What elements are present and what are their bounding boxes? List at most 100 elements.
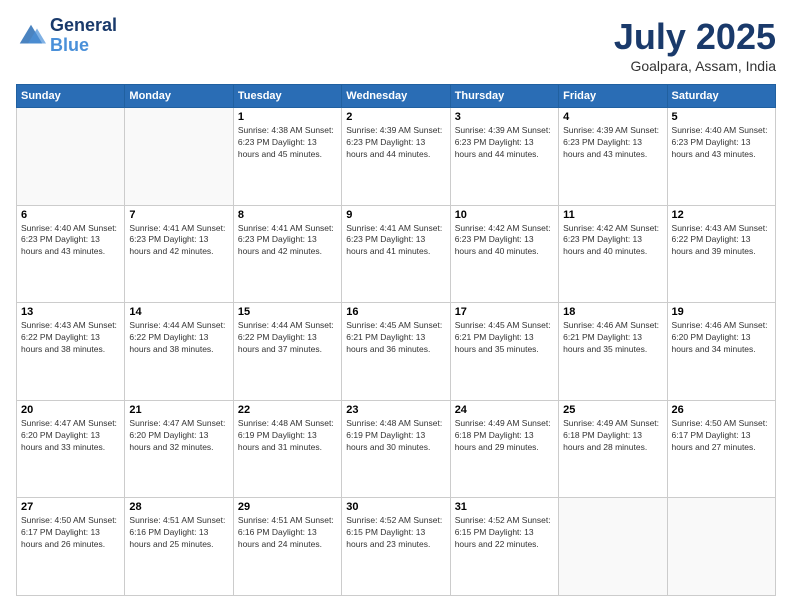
day-number: 2 xyxy=(346,111,445,123)
day-number: 25 xyxy=(563,404,662,416)
day-number: 12 xyxy=(672,209,771,221)
col-wednesday: Wednesday xyxy=(342,85,450,108)
table-row xyxy=(17,108,125,206)
table-row: 8 Sunrise: 4:41 AM Sunset: 6:23 PM Daylig… xyxy=(233,205,341,303)
day-number: 3 xyxy=(455,111,554,123)
day-info: Sunrise: 4:44 AM Sunset: 6:22 PM Dayligh… xyxy=(129,320,228,356)
table-row: 6Sunrise: 4:40 AM Sunset: 6:23 PM Daylig… xyxy=(17,205,125,303)
day-info: Sunrise: 4:46 AM Sunset: 6:20 PM Dayligh… xyxy=(672,320,771,356)
day-info: Sunrise: 4:51 AM Sunset: 6:16 PM Dayligh… xyxy=(129,515,228,551)
day-number: 26 xyxy=(672,404,771,416)
week-row-1: 1 Sunrise: 4:38 AM Sunset: 6:23 PM Daylig… xyxy=(17,108,776,206)
table-row: 21 Sunrise: 4:47 AM Sunset: 6:20 PM Dayli… xyxy=(125,400,233,498)
day-info: Sunrise: 4:47 AM Sunset: 6:20 PM Dayligh… xyxy=(129,418,228,454)
table-row: 30Sunrise: 4:52 AM Sunset: 6:15 PM Dayli… xyxy=(342,498,450,596)
table-row: 19 Sunrise: 4:46 AM Sunset: 6:20 PM Dayli… xyxy=(667,303,775,401)
table-row: 12 Sunrise: 4:43 AM Sunset: 6:22 PM Dayli… xyxy=(667,205,775,303)
table-row xyxy=(667,498,775,596)
table-row: 18Sunrise: 4:46 AM Sunset: 6:21 PM Dayli… xyxy=(559,303,667,401)
day-number: 15 xyxy=(238,306,337,318)
calendar-table: Sunday Monday Tuesday Wednesday Thursday… xyxy=(16,84,776,596)
day-info: Sunrise: 4:42 AM Sunset: 6:23 PM Dayligh… xyxy=(563,223,662,259)
day-number: 29 xyxy=(238,501,337,513)
week-row-4: 20 Sunrise: 4:47 AM Sunset: 6:20 PM Dayli… xyxy=(17,400,776,498)
table-row: 11Sunrise: 4:42 AM Sunset: 6:23 PM Dayli… xyxy=(559,205,667,303)
location-title: Goalpara, Assam, India xyxy=(614,58,776,74)
day-info: Sunrise: 4:50 AM Sunset: 6:17 PM Dayligh… xyxy=(672,418,771,454)
table-row: 2Sunrise: 4:39 AM Sunset: 6:23 PM Daylig… xyxy=(342,108,450,206)
day-info: Sunrise: 4:49 AM Sunset: 6:18 PM Dayligh… xyxy=(455,418,554,454)
day-info: Sunrise: 4:41 AM Sunset: 6:23 PM Dayligh… xyxy=(129,223,228,259)
day-info: Sunrise: 4:52 AM Sunset: 6:15 PM Dayligh… xyxy=(455,515,554,551)
col-saturday: Saturday xyxy=(667,85,775,108)
day-number: 18 xyxy=(563,306,662,318)
day-number: 1 xyxy=(238,111,337,123)
table-row: 24 Sunrise: 4:49 AM Sunset: 6:18 PM Dayli… xyxy=(450,400,558,498)
header: General Blue July 2025 Goalpara, Assam, … xyxy=(16,16,776,74)
day-number: 21 xyxy=(129,404,228,416)
day-info: Sunrise: 4:51 AM Sunset: 6:16 PM Dayligh… xyxy=(238,515,337,551)
day-number: 20 xyxy=(21,404,120,416)
day-number: 23 xyxy=(346,404,445,416)
col-monday: Monday xyxy=(125,85,233,108)
day-info: Sunrise: 4:41 AM Sunset: 6:23 PM Dayligh… xyxy=(346,223,445,259)
day-number: 27 xyxy=(21,501,120,513)
day-number: 16 xyxy=(346,306,445,318)
day-info: Sunrise: 4:43 AM Sunset: 6:22 PM Dayligh… xyxy=(21,320,120,356)
day-info: Sunrise: 4:48 AM Sunset: 6:19 PM Dayligh… xyxy=(346,418,445,454)
day-info: Sunrise: 4:45 AM Sunset: 6:21 PM Dayligh… xyxy=(346,320,445,356)
day-info: Sunrise: 4:39 AM Sunset: 6:23 PM Dayligh… xyxy=(455,125,554,161)
table-row: 28 Sunrise: 4:51 AM Sunset: 6:16 PM Dayli… xyxy=(125,498,233,596)
table-row xyxy=(125,108,233,206)
day-info: Sunrise: 4:48 AM Sunset: 6:19 PM Dayligh… xyxy=(238,418,337,454)
table-row: 13 Sunrise: 4:43 AM Sunset: 6:22 PM Dayli… xyxy=(17,303,125,401)
day-number: 10 xyxy=(455,209,554,221)
table-row: 9 Sunrise: 4:41 AM Sunset: 6:23 PM Daylig… xyxy=(342,205,450,303)
table-row: 16 Sunrise: 4:45 AM Sunset: 6:21 PM Dayli… xyxy=(342,303,450,401)
day-info: Sunrise: 4:43 AM Sunset: 6:22 PM Dayligh… xyxy=(672,223,771,259)
day-info: Sunrise: 4:47 AM Sunset: 6:20 PM Dayligh… xyxy=(21,418,120,454)
logo-text: General Blue xyxy=(50,16,117,56)
day-info: Sunrise: 4:49 AM Sunset: 6:18 PM Dayligh… xyxy=(563,418,662,454)
day-info: Sunrise: 4:45 AM Sunset: 6:21 PM Dayligh… xyxy=(455,320,554,356)
table-row: 31Sunrise: 4:52 AM Sunset: 6:15 PM Dayli… xyxy=(450,498,558,596)
page: General Blue July 2025 Goalpara, Assam, … xyxy=(0,0,792,612)
table-row: 1 Sunrise: 4:38 AM Sunset: 6:23 PM Daylig… xyxy=(233,108,341,206)
day-number: 14 xyxy=(129,306,228,318)
day-number: 24 xyxy=(455,404,554,416)
table-row: 22 Sunrise: 4:48 AM Sunset: 6:19 PM Dayli… xyxy=(233,400,341,498)
table-row: 14 Sunrise: 4:44 AM Sunset: 6:22 PM Dayli… xyxy=(125,303,233,401)
day-info: Sunrise: 4:40 AM Sunset: 6:23 PM Dayligh… xyxy=(21,223,120,259)
col-tuesday: Tuesday xyxy=(233,85,341,108)
day-info: Sunrise: 4:50 AM Sunset: 6:17 PM Dayligh… xyxy=(21,515,120,551)
day-number: 28 xyxy=(129,501,228,513)
month-title: July 2025 xyxy=(614,16,776,58)
day-number: 7 xyxy=(129,209,228,221)
day-info: Sunrise: 4:38 AM Sunset: 6:23 PM Dayligh… xyxy=(238,125,337,161)
table-row xyxy=(559,498,667,596)
day-info: Sunrise: 4:39 AM Sunset: 6:23 PM Dayligh… xyxy=(563,125,662,161)
table-row: 20 Sunrise: 4:47 AM Sunset: 6:20 PM Dayli… xyxy=(17,400,125,498)
day-info: Sunrise: 4:40 AM Sunset: 6:23 PM Dayligh… xyxy=(672,125,771,161)
table-row: 23 Sunrise: 4:48 AM Sunset: 6:19 PM Dayli… xyxy=(342,400,450,498)
col-friday: Friday xyxy=(559,85,667,108)
day-number: 5 xyxy=(672,111,771,123)
day-number: 17 xyxy=(455,306,554,318)
day-number: 13 xyxy=(21,306,120,318)
table-row: 4 Sunrise: 4:39 AM Sunset: 6:23 PM Daylig… xyxy=(559,108,667,206)
day-number: 4 xyxy=(563,111,662,123)
title-block: July 2025 Goalpara, Assam, India xyxy=(614,16,776,74)
day-number: 19 xyxy=(672,306,771,318)
day-number: 8 xyxy=(238,209,337,221)
day-info: Sunrise: 4:44 AM Sunset: 6:22 PM Dayligh… xyxy=(238,320,337,356)
col-sunday: Sunday xyxy=(17,85,125,108)
table-row: 17 Sunrise: 4:45 AM Sunset: 6:21 PM Dayli… xyxy=(450,303,558,401)
day-number: 9 xyxy=(346,209,445,221)
day-number: 22 xyxy=(238,404,337,416)
table-row: 5 Sunrise: 4:40 AM Sunset: 6:23 PM Daylig… xyxy=(667,108,775,206)
table-row: 25 Sunrise: 4:49 AM Sunset: 6:18 PM Dayli… xyxy=(559,400,667,498)
logo: General Blue xyxy=(16,16,117,56)
day-info: Sunrise: 4:42 AM Sunset: 6:23 PM Dayligh… xyxy=(455,223,554,259)
col-thursday: Thursday xyxy=(450,85,558,108)
day-info: Sunrise: 4:41 AM Sunset: 6:23 PM Dayligh… xyxy=(238,223,337,259)
